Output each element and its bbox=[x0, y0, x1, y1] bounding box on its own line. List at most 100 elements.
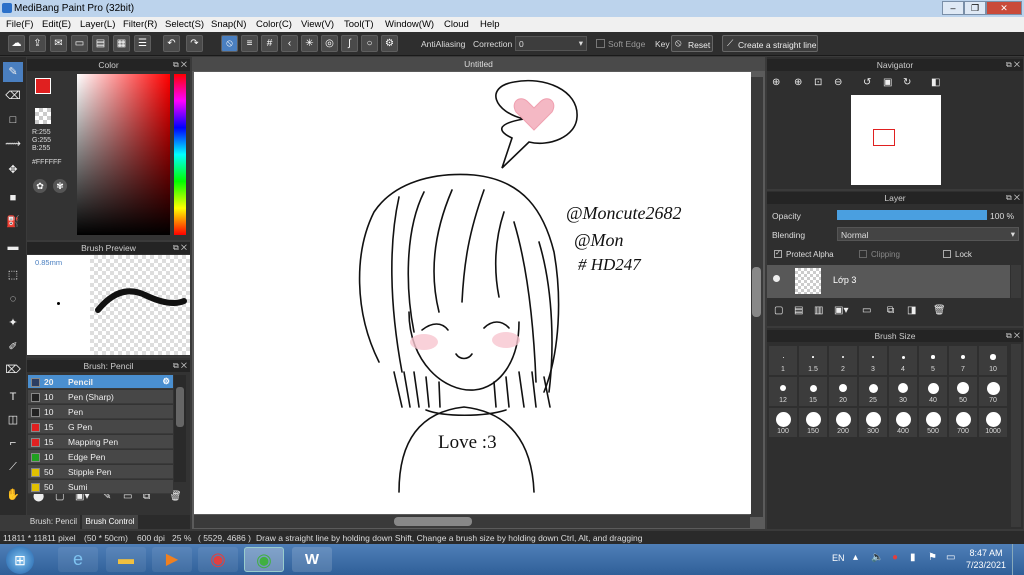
snap-crisscross-icon[interactable]: # bbox=[261, 35, 278, 52]
zoom-actual-icon[interactable]: ⊡ bbox=[814, 77, 822, 88]
new-8bit-layer-icon[interactable]: ▥ bbox=[814, 305, 823, 316]
eyedropper-icon[interactable]: ⌐ bbox=[3, 433, 23, 453]
snap-curve-icon[interactable]: ∫ bbox=[341, 35, 358, 52]
trash-icon[interactable]: 🗑 bbox=[933, 305, 946, 316]
file-explorer-icon[interactable]: ▬ bbox=[106, 547, 146, 572]
layer-menu-icon[interactable]: ▣▾ bbox=[834, 305, 848, 316]
start-button[interactable]: ⊞ bbox=[6, 546, 34, 574]
brush-size-cell[interactable]: 15 bbox=[799, 377, 827, 406]
fit-screen-icon[interactable]: ▣ bbox=[883, 77, 892, 88]
viewport-indicator[interactable] bbox=[873, 129, 895, 146]
layer-scrollbar[interactable] bbox=[1011, 265, 1021, 298]
scroll-thumb[interactable] bbox=[752, 267, 761, 317]
straight-line-button[interactable]: ⟋ Create a straight line bbox=[722, 35, 818, 52]
menu-window[interactable]: Window(W) bbox=[385, 19, 434, 30]
brush-size-cell[interactable]: 20 bbox=[829, 377, 857, 406]
soft-edge-checkbox[interactable] bbox=[596, 39, 605, 48]
zoom-out-icon[interactable]: ⊖ bbox=[834, 77, 842, 88]
vertical-scrollbar[interactable] bbox=[750, 77, 763, 517]
medibang-taskbar-icon[interactable]: ◉ bbox=[244, 547, 284, 572]
navigator-thumbnail[interactable] bbox=[851, 95, 941, 185]
show-desktop-button[interactable] bbox=[1012, 544, 1024, 575]
duplicate-icon[interactable]: ⧉ bbox=[887, 305, 894, 316]
transparent-swatch[interactable] bbox=[35, 108, 51, 124]
new-halftone-layer-icon[interactable]: ▤ bbox=[794, 305, 803, 316]
flip-icon[interactable]: ◧ bbox=[931, 77, 940, 88]
list-icon[interactable]: ☰ bbox=[134, 35, 151, 52]
comment-icon[interactable]: ▭ bbox=[71, 35, 88, 52]
menu-file[interactable]: File(F) bbox=[6, 19, 33, 30]
snap-circle-icon[interactable]: ◎ bbox=[321, 35, 338, 52]
brush-size-cell[interactable]: 200 bbox=[829, 408, 857, 437]
reset-button[interactable]: ⦸ Reset bbox=[671, 35, 713, 52]
brush-item[interactable]: 10 Edge Pen bbox=[28, 450, 173, 464]
flag-icon[interactable]: ⚑ bbox=[928, 552, 937, 563]
snap-radial-icon[interactable]: ✳ bbox=[301, 35, 318, 52]
menu-edit[interactable]: Edit(E) bbox=[42, 19, 71, 30]
brush-item[interactable]: 20 Pencil ⚙ bbox=[28, 375, 173, 389]
brush-size-cell[interactable]: 3 bbox=[859, 346, 887, 375]
magic-wand-icon[interactable]: ✦ bbox=[3, 313, 23, 333]
correction-select[interactable]: 0 ▾ bbox=[515, 36, 587, 51]
brush-item[interactable]: 15 G Pen bbox=[28, 420, 173, 434]
close-button[interactable]: ✕ bbox=[986, 1, 1022, 15]
protect-alpha-checkbox[interactable]: ✓ bbox=[774, 250, 782, 258]
brush-size-cell[interactable]: 50 bbox=[949, 377, 977, 406]
brush-size-cell[interactable]: 25 bbox=[859, 377, 887, 406]
menu-layer[interactable]: Layer(L) bbox=[80, 19, 115, 30]
rotate-left-icon[interactable]: ↺ bbox=[863, 77, 871, 88]
chrome-icon[interactable]: ◉ bbox=[198, 547, 238, 572]
brush-size-cell[interactable]: 500 bbox=[919, 408, 947, 437]
document-icon[interactable]: ▤ bbox=[92, 35, 109, 52]
close-icon[interactable]: ⧉ ✕ bbox=[173, 59, 187, 71]
brush-size-cell[interactable]: 4 bbox=[889, 346, 917, 375]
minimize-button[interactable]: – bbox=[942, 1, 964, 15]
foreground-color-swatch[interactable] bbox=[35, 78, 51, 94]
menu-filter[interactable]: Filter(R) bbox=[123, 19, 157, 30]
menu-tool[interactable]: Tool(T) bbox=[344, 19, 374, 30]
brush-tool-icon[interactable]: ✎ bbox=[3, 62, 23, 82]
blending-select[interactable]: Normal ▾ bbox=[837, 227, 1019, 241]
cloud-icon[interactable]: ☁ bbox=[8, 35, 25, 52]
drawing-canvas[interactable]: @Moncute2682 @Mon # HD247 Love :3 bbox=[194, 72, 751, 514]
folder-icon[interactable]: ▭ bbox=[862, 305, 871, 316]
brush-size-cell[interactable]: 1 bbox=[769, 346, 797, 375]
brush-size-cell[interactable]: 150 bbox=[799, 408, 827, 437]
gear-icon[interactable]: ⚙ bbox=[162, 376, 170, 387]
media-player-icon[interactable]: ▶ bbox=[152, 547, 192, 572]
share-icon[interactable]: ⇪ bbox=[29, 35, 46, 52]
tab-brush[interactable]: Brush: Pencil bbox=[27, 515, 80, 529]
select-pen-icon[interactable]: ✐ bbox=[3, 337, 23, 357]
language-indicator[interactable]: EN bbox=[832, 553, 845, 563]
saturation-value-picker[interactable] bbox=[77, 74, 170, 235]
brush-size-cell[interactable]: 70 bbox=[979, 377, 1007, 406]
chat-icon[interactable]: ✉ bbox=[50, 35, 67, 52]
brush-size-cell[interactable]: 12 bbox=[769, 377, 797, 406]
snap-vanishing-icon[interactable]: ‹ bbox=[281, 35, 298, 52]
layer-row[interactable]: Lớp 3 bbox=[767, 265, 1010, 298]
brush-size-cell[interactable]: 100 bbox=[769, 408, 797, 437]
grid-icon[interactable]: ▦ bbox=[113, 35, 130, 52]
bucket-tool-icon[interactable]: ⛽ bbox=[3, 212, 23, 232]
document-tab[interactable]: Untitled bbox=[192, 57, 765, 71]
clock-time[interactable]: 8:47 AM bbox=[966, 548, 1006, 558]
brush-item[interactable]: 10 Pen (Sharp) bbox=[28, 390, 173, 404]
lock-checkbox[interactable] bbox=[943, 250, 951, 258]
hand-tool-icon[interactable]: ✋ bbox=[3, 485, 23, 505]
divide-tool-icon[interactable]: ◫ bbox=[3, 410, 23, 430]
brush-size-cell[interactable]: 300 bbox=[859, 408, 887, 437]
word-icon[interactable]: W bbox=[292, 547, 332, 572]
brush-size-cell[interactable]: 700 bbox=[949, 408, 977, 437]
select-eraser-icon[interactable]: ⌦ bbox=[3, 360, 23, 380]
merge-icon[interactable]: ◨ bbox=[907, 305, 916, 316]
eraser-tool-icon[interactable]: ⌫ bbox=[3, 86, 23, 106]
rotate-right-icon[interactable]: ↻ bbox=[903, 77, 911, 88]
menu-cloud[interactable]: Cloud bbox=[444, 19, 469, 30]
menu-color[interactable]: Color(C) bbox=[256, 19, 292, 30]
brush-item[interactable]: 10 Pen bbox=[28, 405, 173, 419]
move-tool-icon[interactable]: ✥ bbox=[3, 160, 23, 180]
brush-size-cell[interactable]: 2 bbox=[829, 346, 857, 375]
gradient-tool-icon[interactable]: ▬ bbox=[3, 237, 23, 257]
palette-settings-icon[interactable]: ✾ bbox=[53, 179, 67, 193]
eyedropper2-icon[interactable]: ⟋ bbox=[3, 457, 23, 477]
